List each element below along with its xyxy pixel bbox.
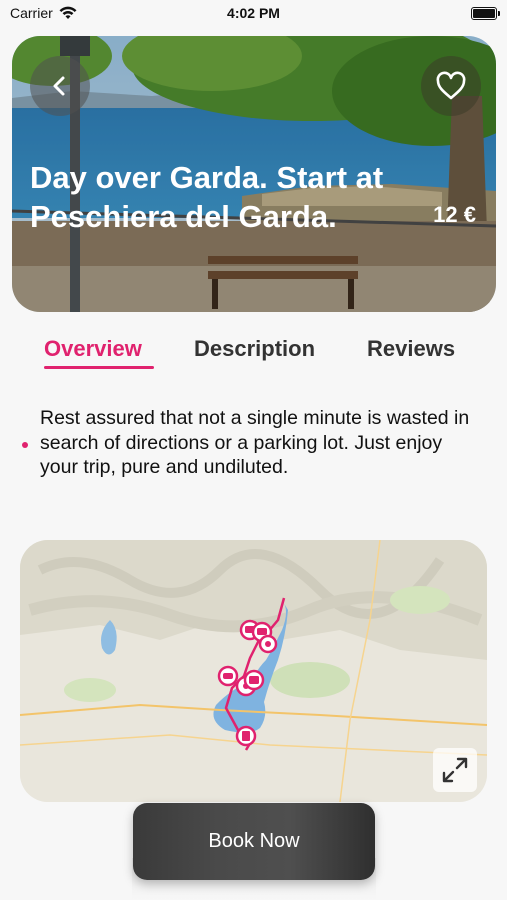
tour-price: 12 € — [433, 202, 476, 227]
chevron-left-icon — [53, 76, 65, 96]
map-pin-car[interactable] — [217, 665, 239, 687]
status-bar: Carrier 4:02 PM — [0, 0, 507, 30]
route-map[interactable] — [20, 540, 487, 802]
map-pin[interactable] — [258, 634, 278, 654]
bullet-dot — [22, 442, 28, 448]
back-button[interactable] — [30, 56, 90, 116]
map-canvas — [20, 540, 487, 802]
battery-icon — [471, 7, 500, 20]
favorite-button[interactable] — [421, 56, 481, 116]
heart-icon — [436, 71, 466, 100]
tab-description[interactable]: Description — [194, 336, 315, 362]
expand-map-button[interactable] — [433, 748, 477, 792]
tour-title: Day over Garda. Start at Peschiera del G… — [30, 160, 384, 234]
expand-arrows-icon — [442, 757, 468, 783]
tab-bar: Overview Description Reviews — [0, 332, 507, 376]
tab-overview[interactable]: Overview — [44, 336, 142, 362]
active-tab-indicator — [44, 366, 154, 369]
hero-image: Day over Garda. Start at Peschiera del G… — [12, 36, 496, 312]
tab-reviews[interactable]: Reviews — [367, 336, 455, 362]
clock: 4:02 PM — [227, 5, 280, 21]
map-pin[interactable] — [243, 669, 265, 691]
overview-text: Rest assured that not a single minute is… — [40, 407, 470, 478]
book-now-button[interactable]: Book Now — [133, 803, 375, 880]
map-pin[interactable] — [235, 725, 257, 747]
